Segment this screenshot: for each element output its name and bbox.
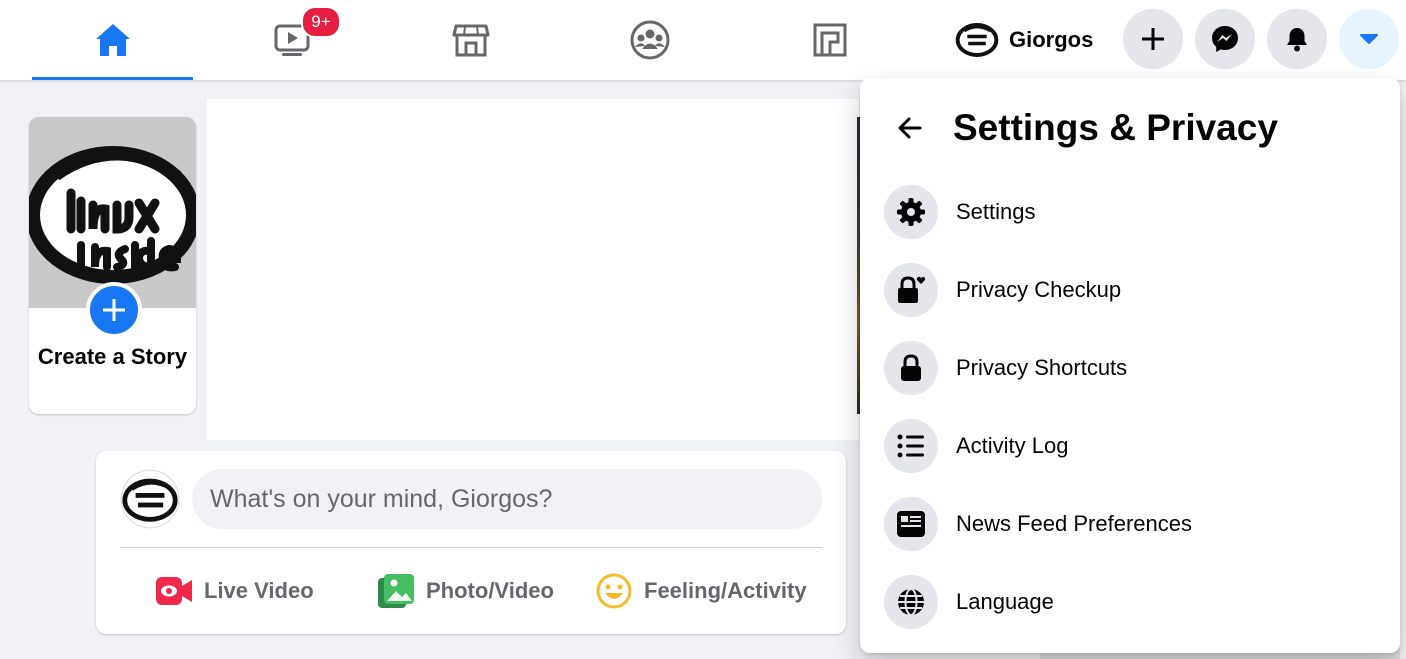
menu-icon-circle [884, 419, 938, 473]
tab-gaming[interactable] [749, 0, 910, 80]
menu-item-privacy-checkup[interactable]: Privacy Checkup [876, 255, 1384, 325]
menu-label: Settings [956, 199, 1036, 224]
menu-label: Language [956, 589, 1054, 614]
marketplace-icon [452, 24, 489, 57]
story-profile-image [29, 117, 196, 308]
menu-label: Privacy Shortcuts [956, 355, 1128, 380]
live-video-button[interactable]: Live Video [156, 561, 314, 621]
watch-badge: 9+ [301, 6, 341, 38]
create-story-label: Create a Story [37, 344, 188, 369]
bell-icon [1287, 28, 1307, 52]
groups-icon [630, 20, 669, 60]
messenger-button[interactable] [1195, 9, 1255, 69]
menu-item-activity-log[interactable]: Activity Log [876, 411, 1384, 481]
avatar [955, 18, 999, 62]
live-video-icon [156, 577, 192, 605]
add-story-button[interactable] [86, 282, 142, 338]
create-button[interactable] [1123, 9, 1183, 69]
menu-title: Settings & Privacy [953, 107, 1278, 148]
menu-icon-circle [884, 497, 938, 551]
menu-item-settings[interactable]: Settings [876, 177, 1384, 247]
create-story-card[interactable]: Create a Story [29, 117, 196, 414]
tab-groups[interactable] [569, 0, 730, 80]
home-icon [95, 24, 130, 56]
profile-chip[interactable]: Giorgos [955, 18, 1093, 62]
caret-down-icon [1360, 34, 1378, 44]
divider [120, 547, 822, 548]
top-navigation-bar: 9+ Giorgos [0, 0, 1406, 80]
post-composer: What's on your mind, Giorgos? Live Video… [96, 451, 846, 634]
plus-icon [1142, 28, 1164, 50]
menu-item-news-feed-preferences[interactable]: News Feed Preferences [876, 489, 1384, 559]
menu-icon-circle [884, 185, 938, 239]
tab-watch[interactable] [211, 0, 372, 80]
avatar[interactable] [120, 469, 180, 529]
account-menu-button[interactable] [1339, 9, 1399, 69]
linux-inside-logo-icon [120, 469, 180, 529]
linux-inside-logo-icon [29, 117, 196, 308]
gaming-icon [813, 23, 846, 57]
menu-label: Privacy Checkup [956, 277, 1122, 302]
feeling-icon [596, 573, 632, 609]
lock-heart-icon [898, 276, 926, 303]
whats-on-your-mind-input[interactable]: What's on your mind, Giorgos? [192, 469, 822, 529]
tab-home[interactable] [32, 0, 193, 80]
messenger-icon [1212, 26, 1238, 52]
settings-privacy-menu: Settings & Privacy Settings Privacy Chec… [860, 78, 1400, 653]
profile-name: Giorgos [1009, 27, 1094, 52]
feeling-activity-button[interactable]: Feeling/Activity [596, 561, 807, 621]
photo-video-button[interactable]: Photo/Video [378, 561, 554, 621]
stories-placeholder-panel [207, 99, 859, 440]
plus-icon [103, 299, 125, 321]
feeling-activity-label: Feeling/Activity [644, 578, 807, 603]
menu-icon-circle [884, 575, 938, 629]
photo-icon [378, 574, 414, 608]
linux-inside-logo-icon [955, 23, 999, 57]
back-button[interactable] [890, 108, 930, 148]
live-video-label: Live Video [204, 578, 314, 603]
menu-icon-circle [884, 341, 938, 395]
list-icon [897, 434, 924, 458]
menu-icon-circle [884, 263, 938, 317]
lock-icon [901, 354, 921, 381]
menu-item-language[interactable]: Language [876, 567, 1384, 637]
photo-video-label: Photo/Video [426, 578, 554, 603]
news-feed-icon [897, 511, 925, 537]
menu-label: News Feed Preferences [956, 511, 1192, 536]
arrow-left-icon [898, 117, 922, 139]
menu-label: Activity Log [956, 433, 1069, 458]
menu-item-privacy-shortcuts[interactable]: Privacy Shortcuts [876, 333, 1384, 403]
gear-icon [897, 198, 925, 226]
globe-icon [898, 588, 924, 616]
notifications-button[interactable] [1267, 9, 1327, 69]
tab-marketplace[interactable] [390, 0, 551, 80]
